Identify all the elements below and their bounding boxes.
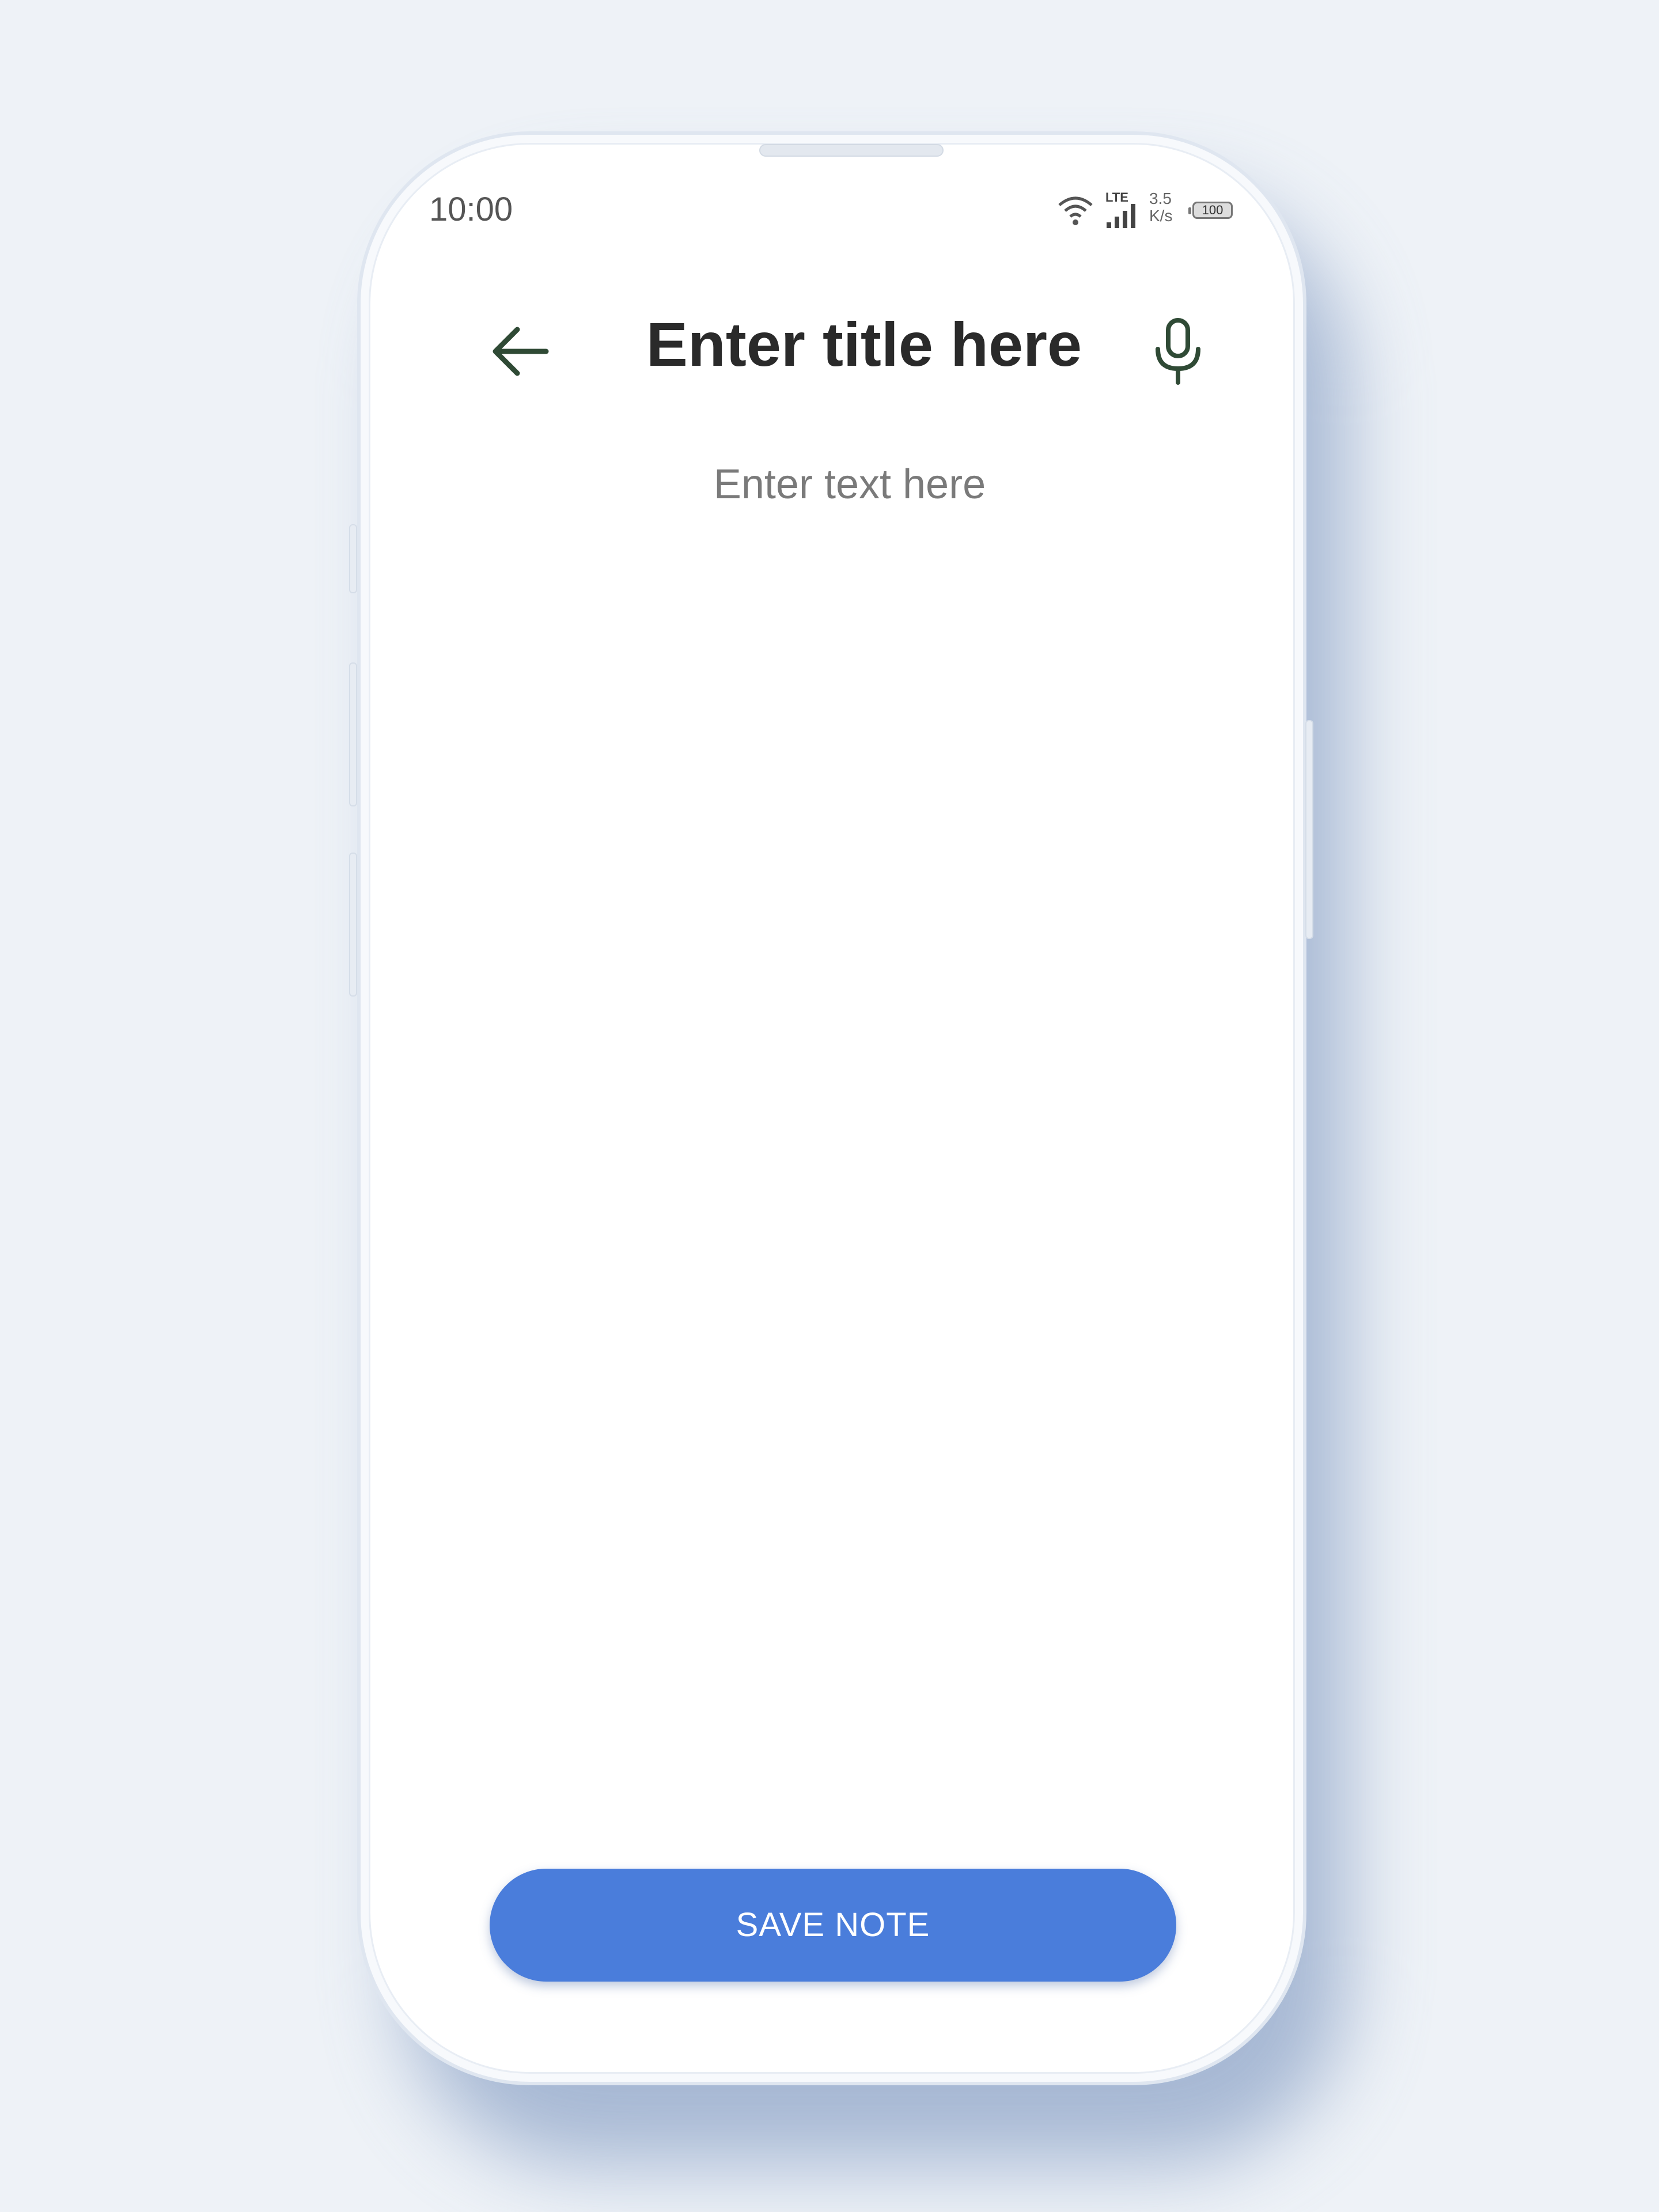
side-button <box>349 853 357 997</box>
net-speed: 3.5 K/s <box>1149 190 1172 225</box>
battery-level: 100 <box>1202 203 1224 217</box>
speaker-grille <box>759 144 944 157</box>
battery-icon: 100 <box>1188 202 1233 219</box>
signal-icon <box>1107 204 1135 228</box>
side-button <box>1305 720 1313 939</box>
note-body-input[interactable]: Enter text here <box>605 461 1094 508</box>
net-speed-unit: K/s <box>1149 207 1173 225</box>
save-note-button[interactable]: SAVE NOTE <box>490 1869 1176 1982</box>
net-speed-value: 3.5 <box>1149 190 1172 207</box>
arrow-left-icon[interactable] <box>488 323 552 380</box>
microphone-icon[interactable] <box>1146 317 1210 386</box>
wifi-icon <box>1058 196 1093 225</box>
side-button <box>349 524 357 593</box>
note-title-input[interactable]: Enter title here <box>628 308 1100 380</box>
app-screen <box>369 143 1295 2074</box>
side-button <box>349 662 357 806</box>
status-time: 10:00 <box>429 191 513 228</box>
